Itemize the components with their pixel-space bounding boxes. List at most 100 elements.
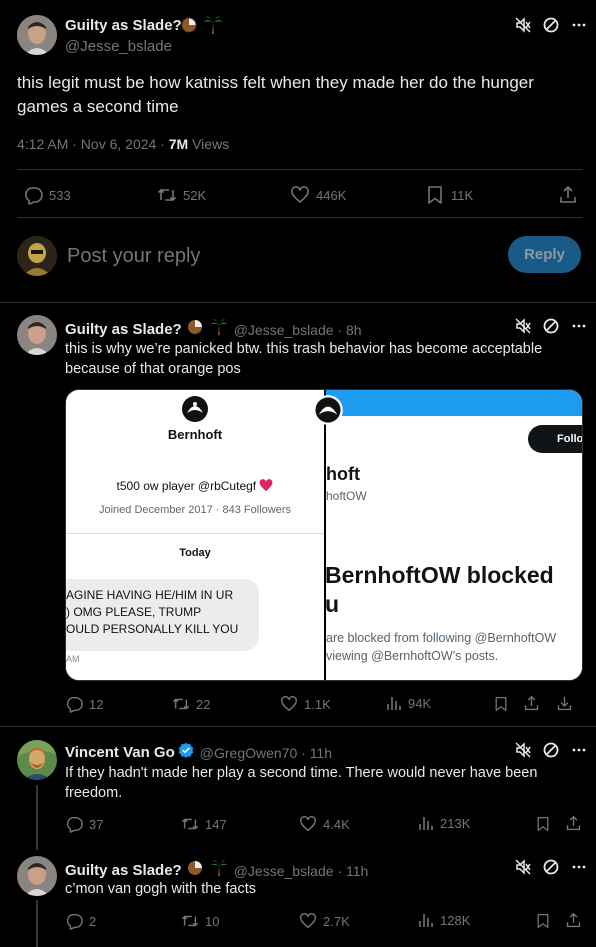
repost-action[interactable]: 22 xyxy=(172,695,210,713)
divider xyxy=(17,217,583,218)
share-icon xyxy=(565,912,582,929)
bookmark-icon xyxy=(535,815,551,833)
divider xyxy=(0,302,596,303)
author-avatar[interactable] xyxy=(17,15,57,55)
repost-action[interactable]: 10 xyxy=(181,912,219,930)
reply-input[interactable] xyxy=(67,242,467,270)
heart-icon xyxy=(290,185,310,205)
image-right-panel: Follo hoft hoftOW BernhoftOW blocked u a… xyxy=(313,390,582,680)
verified-badge-icon xyxy=(178,742,194,763)
more-options-icon[interactable] xyxy=(571,17,587,38)
mute-icon[interactable] xyxy=(515,318,531,339)
reply-action[interactable]: 37 xyxy=(65,815,103,833)
reply-text: this is why we’re panicked btw. this tra… xyxy=(65,341,543,377)
author-name[interactable]: Guilty as Slade? xyxy=(65,17,182,34)
like-action[interactable]: 446K xyxy=(290,185,346,205)
like-count: 446K xyxy=(316,187,347,203)
profile-name: Bernhoft xyxy=(167,427,223,442)
reply-header: Vincent Van Go @GregOwen70 · 11h xyxy=(65,742,332,763)
profile-joined: Joined December 2017 · 843 Followers xyxy=(99,504,291,516)
bookmark-action[interactable] xyxy=(535,912,551,930)
bookmark-icon xyxy=(425,185,445,205)
reply-count: 12 xyxy=(89,696,104,712)
like-action[interactable]: 2.7K xyxy=(299,912,350,930)
blocked-title-line: BernhoftOW blocked xyxy=(325,562,554,588)
profile-logo-icon xyxy=(312,394,344,431)
reply-author-name[interactable]: Vincent Van Go xyxy=(65,744,175,761)
repost-count: 147 xyxy=(205,816,227,832)
download-icon xyxy=(556,695,573,712)
like-count: 1.1K xyxy=(304,696,331,712)
author-handle[interactable]: @Jesse_bslade xyxy=(65,38,172,55)
analytics-icon xyxy=(418,912,434,928)
block-icon[interactable] xyxy=(543,742,559,763)
bookmark-action[interactable] xyxy=(535,815,551,833)
divider xyxy=(0,726,596,727)
heart-icon xyxy=(299,912,317,930)
current-user-avatar[interactable] xyxy=(17,236,57,276)
block-icon[interactable] xyxy=(543,318,559,339)
bookmark-action[interactable]: 11K xyxy=(425,185,473,205)
views-action[interactable]: 213K xyxy=(418,815,470,831)
palm-tree-emoji-icon xyxy=(204,15,222,40)
reply-author-avatar[interactable] xyxy=(17,856,57,896)
share-icon xyxy=(523,695,540,712)
attached-image[interactable]: Bernhoft t500 ow player @rbCutegf Joined… xyxy=(65,389,583,681)
coconut-emoji-icon xyxy=(187,319,203,340)
share-action[interactable] xyxy=(565,912,582,929)
share-action[interactable] xyxy=(565,815,582,832)
blocked-description-line: are blocked from following @BernhoftOW xyxy=(326,631,557,645)
download-action[interactable] xyxy=(556,695,573,712)
views-count: 128K xyxy=(440,912,471,928)
like-count: 4.4K xyxy=(323,816,350,832)
like-action[interactable]: 1.1K xyxy=(280,695,331,713)
reply-author-avatar[interactable] xyxy=(17,315,57,355)
repost-icon xyxy=(181,815,199,833)
views-action[interactable]: 94K xyxy=(386,695,431,711)
reply-meta[interactable]: @Jesse_bslade · 11h xyxy=(234,863,369,879)
reply-meta[interactable]: @Jesse_bslade · 8h xyxy=(234,322,362,338)
repost-action[interactable]: 52K xyxy=(157,185,206,205)
reply-author-name[interactable]: Guilty as Slade? xyxy=(65,321,182,338)
reply-count: 2 xyxy=(89,913,97,929)
repost-icon xyxy=(157,185,177,205)
reply-action[interactable]: 12 xyxy=(65,695,103,713)
post-timestamp[interactable]: 4:12 AM · Nov 6, 2024 · xyxy=(17,136,169,152)
reply-header-actions xyxy=(515,318,587,339)
post-timestamp-line: 4:12 AM · Nov 6, 2024 · 7M Views xyxy=(17,136,229,152)
block-icon[interactable] xyxy=(543,17,559,38)
block-icon[interactable] xyxy=(543,859,559,880)
image-left-panel: Bernhoft t500 ow player @rbCutegf Joined… xyxy=(66,390,324,680)
more-options-icon[interactable] xyxy=(571,318,587,339)
reply-header-actions xyxy=(515,742,587,763)
reply-count: 533 xyxy=(49,187,71,203)
bookmark-count: 11K xyxy=(451,187,474,203)
mute-icon[interactable] xyxy=(515,742,531,763)
repost-count: 52K xyxy=(183,187,207,203)
reply-icon xyxy=(65,695,83,713)
blocked-title-line: u xyxy=(325,591,340,617)
more-options-icon[interactable] xyxy=(571,742,587,763)
like-action[interactable]: 4.4K xyxy=(299,815,350,833)
views-action[interactable]: 128K xyxy=(418,912,470,928)
mute-icon[interactable] xyxy=(515,17,531,38)
analytics-icon xyxy=(386,695,402,711)
repost-action[interactable]: 147 xyxy=(181,815,227,833)
reply-button[interactable]: Reply xyxy=(508,236,581,273)
follow-button: Follo xyxy=(528,425,582,453)
reply-action[interactable]: 2 xyxy=(65,912,96,930)
reply-author-name[interactable]: Guilty as Slade? xyxy=(65,862,182,879)
share-action[interactable] xyxy=(558,185,578,205)
more-options-icon[interactable] xyxy=(571,859,587,880)
coconut-emoji-icon xyxy=(187,860,203,881)
mute-icon[interactable] xyxy=(515,859,531,880)
blocked-description-line: viewing @BernhoftOW’s posts. xyxy=(326,649,499,663)
reply-icon xyxy=(65,912,83,930)
profile-name-fragment: hoft xyxy=(326,464,360,484)
reply-author-avatar[interactable] xyxy=(17,740,57,780)
reply-action[interactable]: 533 xyxy=(23,185,71,205)
reply-meta[interactable]: @GregOwen70 · 11h xyxy=(200,745,332,761)
share-action[interactable] xyxy=(523,695,540,712)
today-label: Today xyxy=(179,547,211,559)
bookmark-action[interactable] xyxy=(493,695,509,713)
